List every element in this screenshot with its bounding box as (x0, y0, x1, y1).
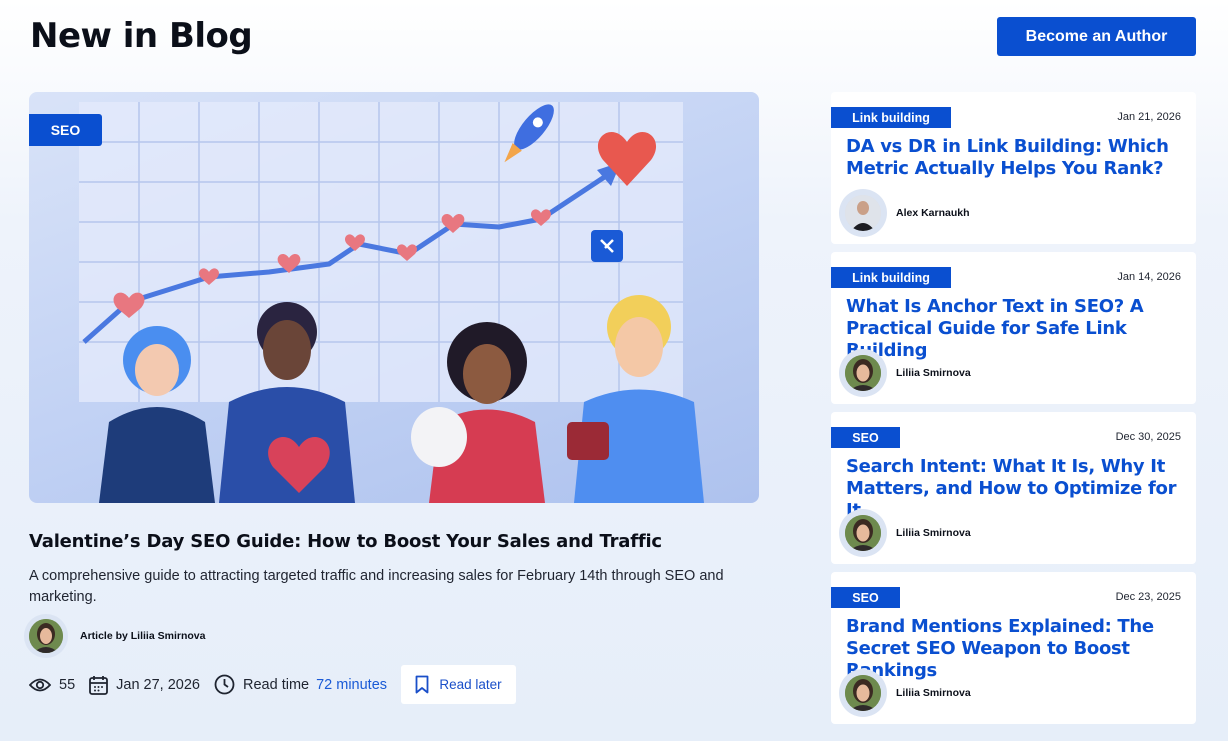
featured-tag[interactable]: SEO (29, 114, 102, 146)
clock-icon (214, 674, 235, 695)
featured-meta: 55 Jan 27, 2026 Read time 72 minutes Rea… (29, 665, 517, 704)
featured-author[interactable]: Article by Liliia Smirnova (24, 614, 205, 658)
read-time-label: Read time (243, 676, 310, 693)
card-date: Dec 23, 2025 (1115, 591, 1181, 603)
card-author[interactable]: Liliia Smirnova (839, 349, 971, 397)
bookmark-icon (415, 675, 429, 694)
card-author-name: Liliia Smirnova (896, 687, 971, 699)
become-author-button[interactable]: Become an Author (997, 17, 1196, 56)
card-author[interactable]: Alex Karnaukh (839, 189, 970, 237)
card-author[interactable]: Liliia Smirnova (839, 509, 971, 557)
avatar-photo (845, 515, 881, 551)
avatar-photo (845, 195, 881, 231)
featured-illustration (79, 102, 704, 503)
avatar (839, 669, 887, 717)
avatar (839, 509, 887, 557)
card-title[interactable]: DA vs DR in Link Building: Which Metric … (846, 136, 1191, 180)
featured-description: A comprehensive guide to attracting targ… (29, 568, 724, 605)
avatar-photo (29, 619, 63, 653)
avatar (839, 349, 887, 397)
read-later-label: Read later (439, 677, 502, 692)
card-author-name: Liliia Smirnova (896, 527, 971, 539)
card-tag[interactable]: SEO (831, 587, 900, 608)
card-author-name: Liliia Smirnova (896, 367, 971, 379)
date-value: Jan 27, 2026 (116, 676, 200, 693)
article-card[interactable]: SEO Dec 23, 2025 Brand Mentions Explaine… (831, 572, 1196, 724)
card-tag[interactable]: SEO (831, 427, 900, 448)
views-count: 55 (29, 677, 75, 693)
read-time-value: 72 minutes (316, 676, 388, 693)
avatar (839, 189, 887, 237)
article-card[interactable]: Link building Jan 21, 2026 DA vs DR in L… (831, 92, 1196, 244)
publish-date: Jan 27, 2026 (89, 675, 200, 695)
eye-icon (29, 678, 51, 691)
article-card[interactable]: Link building Jan 14, 2026 What Is Ancho… (831, 252, 1196, 404)
read-time: Read time 72 minutes (214, 674, 387, 695)
card-tag[interactable]: Link building (831, 267, 951, 288)
views-value: 55 (59, 676, 76, 693)
card-author-name: Alex Karnaukh (896, 207, 970, 219)
card-date: Jan 14, 2026 (1117, 271, 1181, 283)
author-label: Article by Liliia Smirnova (80, 630, 206, 642)
featured-title[interactable]: Valentine’s Day SEO Guide: How to Boost … (29, 531, 662, 552)
article-card[interactable]: SEO Dec 30, 2025 Search Intent: What It … (831, 412, 1196, 564)
avatar-photo (845, 675, 881, 711)
avatar (24, 614, 68, 658)
card-tag[interactable]: Link building (831, 107, 951, 128)
card-author[interactable]: Liliia Smirnova (839, 669, 971, 717)
page-title: New in Blog (30, 16, 253, 56)
avatar-photo (845, 355, 881, 391)
calendar-icon (89, 675, 109, 695)
featured-image[interactable]: SEO (29, 92, 759, 503)
card-date: Dec 30, 2025 (1115, 431, 1181, 443)
read-later-button[interactable]: Read later (401, 665, 517, 704)
card-date: Jan 21, 2026 (1117, 111, 1181, 123)
